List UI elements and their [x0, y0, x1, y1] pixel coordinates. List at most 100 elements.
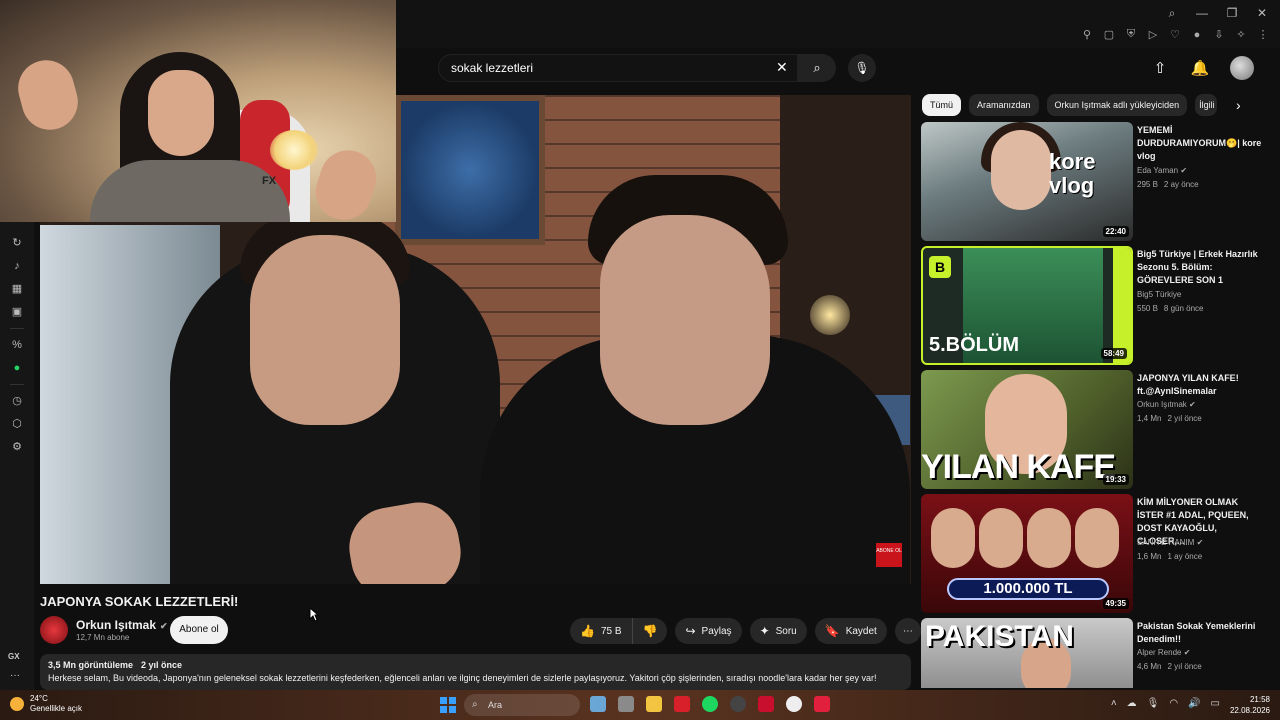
- minimize-icon[interactable]: —: [1194, 6, 1210, 21]
- steam-icon[interactable]: [730, 696, 746, 712]
- channel-avatar[interactable]: [40, 616, 68, 644]
- taskbar-apps: [590, 696, 830, 712]
- description-box[interactable]: 3,5 Mn görüntüleme 2 yıl önce Herkese sel…: [40, 654, 911, 690]
- folder-icon[interactable]: [646, 696, 662, 712]
- save-button[interactable]: 🔖 Kaydet: [814, 618, 887, 644]
- menu-icon[interactable]: ⋮: [1256, 28, 1270, 41]
- taskbar-clock[interactable]: 21:58 22.08.2026: [1230, 694, 1270, 716]
- browser-top-bar: ⌕ — ❐ ✕ ⚲ ▢ ⛨ ▷ ♡ ● ⇩ ✧ ⋮: [396, 0, 1280, 48]
- chip-from-search[interactable]: Aramanızdan: [969, 94, 1039, 116]
- volume-icon[interactable]: 🔊: [1188, 698, 1200, 709]
- chevron-up-icon[interactable]: ˄: [1111, 698, 1117, 709]
- obs-icon[interactable]: [786, 696, 802, 712]
- video-thumbnail[interactable]: YILAN KAFE 19:33: [921, 370, 1133, 489]
- twitch-icon[interactable]: ▦: [10, 282, 24, 296]
- related-channel[interactable]: Eda Yaman ✔: [1137, 166, 1187, 175]
- related-channel[interactable]: Orkun Işıtmak ✔: [1137, 400, 1196, 409]
- masthead-actions: ⇧ 🔔: [1150, 56, 1254, 80]
- related-title[interactable]: Pakistan Sokak Yemeklerini Denedim!!: [1137, 620, 1263, 646]
- copilot-app-icon[interactable]: [590, 696, 606, 712]
- related-video[interactable]: 1.000.000 TL 49:35 KİM MİLYONER OLMAK İS…: [921, 494, 1265, 618]
- related-channel-name[interactable]: Big5 Türkiye: [1137, 290, 1181, 299]
- share-button[interactable]: ↪ Paylaş: [675, 618, 742, 644]
- related-video[interactable]: YILAN KAFE 19:33 JAPONYA YILAN KAFE! ft.…: [921, 370, 1265, 494]
- restore-icon[interactable]: ❐: [1224, 6, 1240, 21]
- account-icon[interactable]: ●: [1190, 29, 1204, 41]
- cloud-icon[interactable]: ☁: [1127, 698, 1137, 709]
- heart-icon[interactable]: ♡: [1168, 28, 1182, 41]
- related-channel-name[interactable]: Orkun Işıtmak: [1137, 400, 1187, 409]
- search-input[interactable]: [451, 61, 751, 75]
- sidebar-more-icon[interactable]: ···: [10, 670, 20, 681]
- app-icon[interactable]: [758, 696, 774, 712]
- pocket-icon[interactable]: [814, 696, 830, 712]
- youtube-masthead: ✕ ⌕ 🎙 ⇧ 🔔: [396, 48, 1280, 90]
- ask-button[interactable]: ✦ Soru: [749, 618, 807, 644]
- video-tile-painting: [395, 95, 545, 245]
- download-icon[interactable]: ⇩: [1212, 28, 1226, 41]
- windows-start-icon[interactable]: [440, 697, 456, 713]
- chevron-right-icon[interactable]: ›: [1236, 97, 1241, 113]
- related-channel-name[interactable]: SANİYE HANIM: [1137, 538, 1194, 547]
- related-channel-name[interactable]: Alper Rende: [1137, 648, 1181, 657]
- notifications-bell-icon[interactable]: 🔔: [1190, 59, 1210, 77]
- related-channel[interactable]: Big5 Türkiye: [1137, 290, 1181, 299]
- search-box[interactable]: [438, 54, 798, 82]
- chip-all[interactable]: Tümü: [922, 94, 962, 116]
- upload-icon[interactable]: ⇧: [1150, 59, 1170, 77]
- subscribe-button[interactable]: Abone ol: [170, 616, 228, 644]
- percent-icon[interactable]: %: [10, 338, 24, 352]
- snapshot-icon[interactable]: ▢: [1102, 28, 1116, 41]
- battery-icon[interactable]: ▭: [1211, 698, 1220, 709]
- spotify-icon[interactable]: [702, 696, 718, 712]
- search-button[interactable]: ⌕: [798, 54, 836, 82]
- user-avatar[interactable]: [1230, 56, 1254, 80]
- gx-label[interactable]: GX: [8, 652, 20, 661]
- related-age: 2 yıl önce: [1167, 414, 1202, 423]
- related-channel[interactable]: SANİYE HANIM ✔: [1137, 538, 1203, 547]
- shield-icon[interactable]: ⛨: [1124, 28, 1138, 41]
- related-channel-name[interactable]: Eda Yaman: [1137, 166, 1178, 175]
- opera-gx-app-icon[interactable]: [674, 696, 690, 712]
- video-thumbnail[interactable]: B 5.BÖLÜM 58:49: [921, 246, 1133, 365]
- like-button[interactable]: 👍 75 B: [570, 618, 633, 644]
- whatsapp-icon[interactable]: ●: [10, 361, 24, 375]
- video-thumbnail[interactable]: PAKISTAN: [921, 618, 1133, 688]
- voice-search-button[interactable]: 🎙: [848, 54, 876, 82]
- clock-icon[interactable]: ◷: [10, 394, 24, 408]
- player-icon[interactable]: ♪: [10, 259, 24, 273]
- chip-from-uploader[interactable]: Orkun Işıtmak adlı yükleyiciden: [1046, 94, 1188, 116]
- video-thumbnail[interactable]: 1.000.000 TL 49:35: [921, 494, 1133, 613]
- sun-icon: [10, 697, 24, 711]
- dislike-button[interactable]: 👎: [632, 618, 668, 644]
- send-icon[interactable]: ▷: [1146, 28, 1160, 41]
- ai-icon[interactable]: ✧: [1234, 28, 1248, 41]
- microphone-icon[interactable]: 🎙: [1147, 698, 1160, 709]
- related-title[interactable]: Big5 Türkiye | Erkek Hazırlık Sezonu 5. …: [1137, 248, 1263, 287]
- related-title[interactable]: JAPONYA YILAN KAFE! ft.@AynISinemalar: [1137, 372, 1263, 398]
- wifi-icon[interactable]: ◠: [1169, 698, 1178, 709]
- video-thumbnail[interactable]: kore vlog 22:40: [921, 122, 1133, 241]
- taskbar-search[interactable]: ⌕ Ara: [464, 694, 580, 716]
- extensions-icon[interactable]: ⬡: [10, 417, 24, 431]
- related-video[interactable]: PAKISTAN Pakistan Sokak Yemeklerini Dene…: [921, 618, 1265, 688]
- related-video[interactable]: kore vlog 22:40 YEMEMİ DURDURAMIYORUM🫢| …: [921, 122, 1265, 246]
- weather-widget[interactable]: 24°C Genellikle açık: [10, 694, 82, 714]
- chip-related[interactable]: İlgili: [1195, 94, 1218, 116]
- pin-icon[interactable]: ⚲: [1080, 28, 1094, 41]
- history-icon[interactable]: ↻: [10, 236, 24, 250]
- related-channel[interactable]: Alper Rende ✔: [1137, 648, 1190, 657]
- subscribe-watermark[interactable]: ABONE OL: [876, 543, 902, 567]
- messenger-icon[interactable]: ▣: [10, 305, 24, 319]
- close-icon[interactable]: ✕: [1254, 6, 1270, 21]
- channel-name[interactable]: Orkun Işıtmak ✔: [76, 618, 168, 632]
- file-explorer-small-icon[interactable]: [618, 696, 634, 712]
- more-actions-button[interactable]: ⋯: [894, 618, 921, 644]
- clear-search-icon[interactable]: ✕: [776, 59, 788, 76]
- related-video[interactable]: B 5.BÖLÜM 58:49 Big5 Türkiye | Erkek Haz…: [921, 246, 1265, 370]
- search-icon[interactable]: ⌕: [1164, 6, 1180, 21]
- thumb-text: kore vlog: [1049, 149, 1096, 198]
- settings-gear-icon[interactable]: ⚙: [10, 440, 24, 454]
- channel-name-text[interactable]: Orkun Işıtmak: [76, 618, 156, 632]
- related-title[interactable]: YEMEMİ DURDURAMIYORUM🫢| kore vlog: [1137, 124, 1263, 163]
